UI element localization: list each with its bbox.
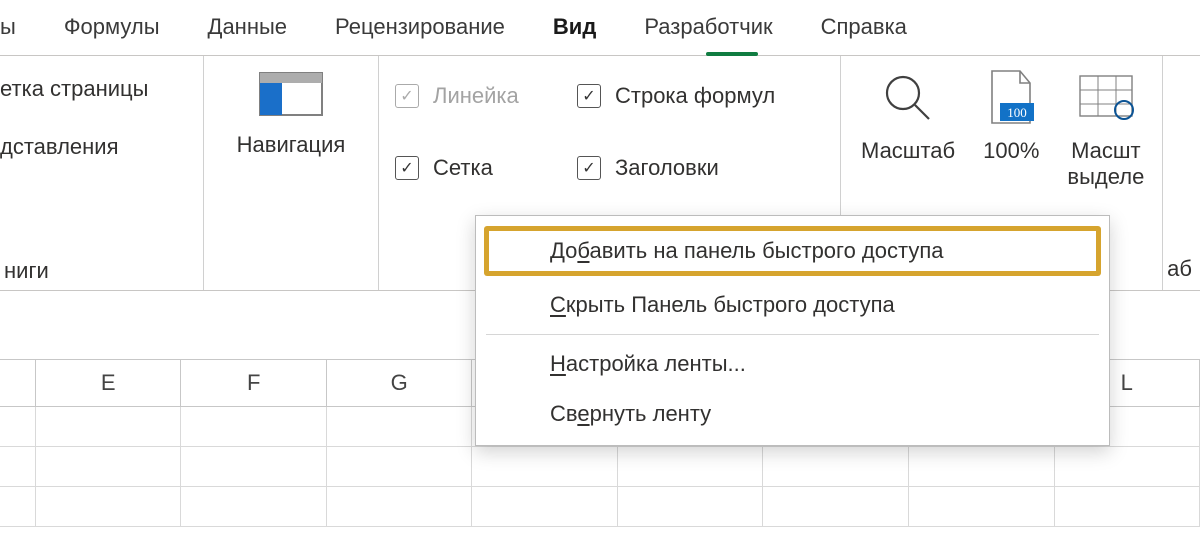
svg-text:100: 100 <box>1008 105 1028 120</box>
formula-bar-checkbox[interactable]: ✓ Строка формул <box>577 83 824 109</box>
cell[interactable] <box>763 447 909 486</box>
magnifier-icon <box>881 66 935 130</box>
cell[interactable] <box>909 447 1055 486</box>
views-group: етка страницы дставления ниги <box>0 56 204 290</box>
cell[interactable] <box>1055 487 1200 526</box>
col-header[interactable]: E <box>36 360 182 406</box>
checkbox-icon: ✓ <box>395 84 419 108</box>
cell[interactable] <box>472 447 618 486</box>
cell[interactable] <box>36 447 182 486</box>
tab-formulas[interactable]: Формулы <box>64 14 160 54</box>
navigation-group: Навигация <box>204 56 379 290</box>
menu-collapse-ribbon[interactable]: Свернуть ленту <box>476 389 1109 439</box>
cell[interactable] <box>472 487 618 526</box>
grid-row <box>0 487 1200 527</box>
tab-help[interactable]: Справка <box>821 14 907 54</box>
cell[interactable] <box>327 447 473 486</box>
custom-views-partial[interactable]: дставления <box>0 124 193 182</box>
menu-hide-qat[interactable]: Скрыть Панель быстрого доступа <box>476 280 1109 330</box>
grid-icon <box>1078 66 1134 130</box>
tab-partial[interactable]: ы <box>0 14 16 54</box>
menu-customize-ribbon[interactable]: Настройка ленты... <box>476 339 1109 389</box>
headings-checkbox[interactable]: ✓ Заголовки <box>577 155 824 181</box>
ribbon-tabs: ы Формулы Данные Рецензирование Вид Разр… <box>0 0 1200 56</box>
views-group-label: ниги <box>0 258 193 284</box>
cell[interactable] <box>36 407 182 446</box>
tab-review[interactable]: Рецензирование <box>335 14 505 54</box>
cell[interactable] <box>181 447 327 486</box>
menu-separator <box>486 334 1099 335</box>
gridlines-checkbox[interactable]: ✓ Сетка <box>395 155 545 181</box>
zoom-selection-label: Масшт выделе <box>1067 138 1144 191</box>
navigation-button[interactable]: Навигация <box>237 66 346 158</box>
tab-data[interactable]: Данные <box>208 14 287 54</box>
navigation-icon <box>256 66 326 122</box>
cell[interactable] <box>181 407 327 446</box>
cell[interactable] <box>0 407 36 446</box>
cell[interactable] <box>36 487 182 526</box>
tab-developer[interactable]: Разработчик <box>644 14 772 54</box>
cell[interactable] <box>909 487 1055 526</box>
ribbon-context-menu: Добавить на панель быстрого доступа Скры… <box>475 215 1110 446</box>
col-header[interactable]: F <box>181 360 327 406</box>
col-header[interactable]: G <box>327 360 473 406</box>
grid-row <box>0 447 1200 487</box>
col-header-partial[interactable] <box>0 360 36 406</box>
navigation-label: Навигация <box>237 132 346 158</box>
cell[interactable] <box>181 487 327 526</box>
zoom-group-footer: аб <box>1167 256 1192 282</box>
cell[interactable] <box>1055 447 1200 486</box>
checkbox-icon: ✓ <box>395 156 419 180</box>
ruler-checkbox: ✓ Линейка <box>395 83 545 109</box>
formula-bar-label: Строка формул <box>615 83 775 109</box>
cell[interactable] <box>327 487 473 526</box>
page-layout-partial[interactable]: етка страницы <box>0 66 193 124</box>
page-100-icon: 100 <box>986 66 1036 130</box>
cell[interactable] <box>618 487 764 526</box>
zoom-label: Масштаб <box>861 138 955 164</box>
cell[interactable] <box>0 487 36 526</box>
cell[interactable] <box>763 487 909 526</box>
zoom-100-label: 100% <box>983 138 1039 164</box>
cell[interactable] <box>618 447 764 486</box>
menu-add-to-qat[interactable]: Добавить на панель быстрого доступа <box>484 226 1101 276</box>
checkbox-icon: ✓ <box>577 156 601 180</box>
gridlines-label: Сетка <box>433 155 493 181</box>
checkbox-icon: ✓ <box>577 84 601 108</box>
cell[interactable] <box>0 447 36 486</box>
ruler-label: Линейка <box>433 83 519 109</box>
tab-view[interactable]: Вид <box>553 14 596 54</box>
cell[interactable] <box>327 407 473 446</box>
headings-label: Заголовки <box>615 155 719 181</box>
